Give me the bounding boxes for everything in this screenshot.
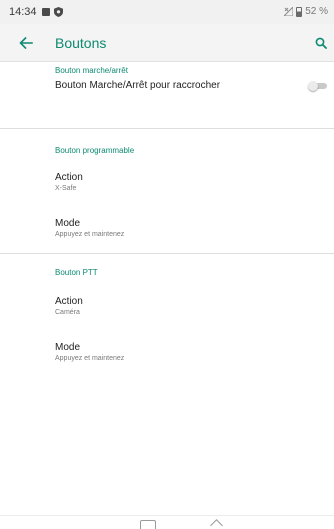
status-bar: 14:34 52 % xyxy=(0,0,334,24)
power-button-hangup-toggle[interactable] xyxy=(308,81,328,91)
page-title: Boutons xyxy=(55,35,107,51)
section-header-programmable-button: Bouton programmable xyxy=(55,146,135,155)
programmable-mode-row[interactable]: Mode Appuyez et maintenez xyxy=(0,213,334,247)
power-button-hangup-label: Bouton Marche/Arrêt pour raccrocher xyxy=(55,80,221,91)
status-indicators: 52 % xyxy=(284,6,328,17)
signal-icon xyxy=(284,7,294,16)
battery-percent: 52 % xyxy=(305,6,328,17)
ptt-mode-row[interactable]: Mode Appuyez et maintenez xyxy=(0,337,334,371)
shield-icon xyxy=(54,7,63,17)
programmable-action-row[interactable]: Action X-Safe xyxy=(0,167,334,201)
battery-icon xyxy=(296,6,303,17)
app-bar: Boutons xyxy=(0,24,334,62)
image-icon xyxy=(42,8,50,16)
search-icon xyxy=(315,37,327,49)
home-icon[interactable] xyxy=(140,520,156,529)
ptt-action-value: Caméra xyxy=(55,309,80,316)
toggle-thumb xyxy=(308,81,318,91)
ptt-mode-value: Appuyez et maintenez xyxy=(55,355,125,362)
section-header-ptt-button: Bouton PTT xyxy=(55,268,98,277)
arrow-left-icon xyxy=(19,37,33,49)
divider xyxy=(0,253,334,254)
navigation-bar xyxy=(0,515,334,529)
back-icon[interactable] xyxy=(210,519,223,529)
programmable-mode-title: Mode xyxy=(55,218,81,229)
ptt-mode-title: Mode xyxy=(55,342,81,353)
back-button[interactable] xyxy=(16,33,36,53)
programmable-action-title: Action xyxy=(55,172,83,183)
status-time: 14:34 xyxy=(9,6,37,18)
programmable-mode-value: Appuyez et maintenez xyxy=(55,231,125,238)
programmable-action-value: X-Safe xyxy=(55,185,77,192)
search-button[interactable] xyxy=(311,33,331,53)
power-button-hangup-row[interactable]: Bouton Marche/Arrêt pour raccrocher xyxy=(0,72,334,98)
ptt-action-title: Action xyxy=(55,296,83,307)
divider xyxy=(0,128,334,129)
ptt-action-row[interactable]: Action Caméra xyxy=(0,291,334,325)
